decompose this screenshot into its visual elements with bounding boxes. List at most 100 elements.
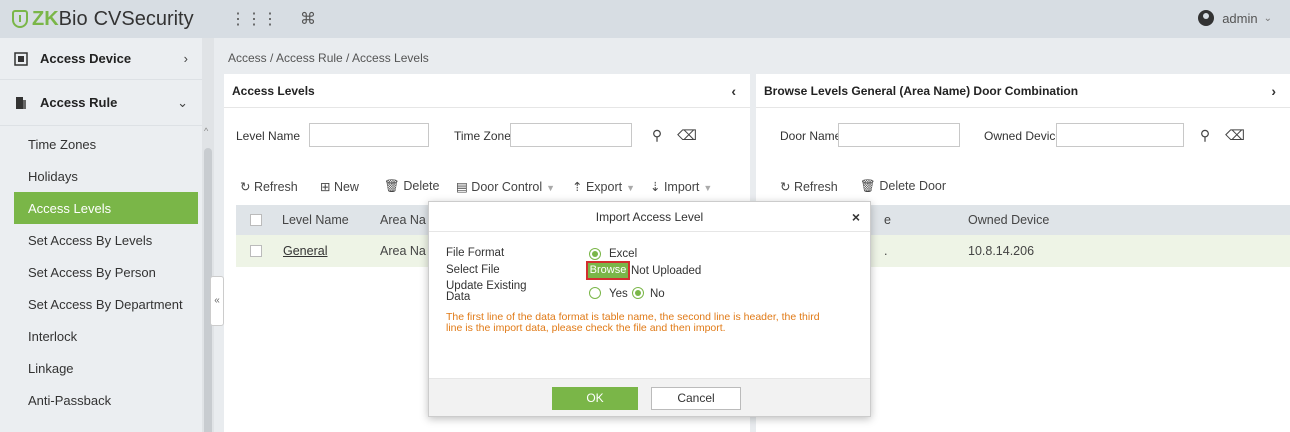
file-format-label: File Format bbox=[446, 247, 505, 259]
dialog-header: Import Access Level × bbox=[429, 202, 870, 232]
top-bar: ZK Bio CVSecurity ⋮⋮⋮ ⌘ admin ⌄ bbox=[0, 0, 1290, 38]
door-name-input[interactable] bbox=[838, 123, 960, 147]
owned-device-label: Owned Device bbox=[984, 129, 1063, 143]
apps-grid-icon[interactable]: ⋮⋮⋮ bbox=[230, 9, 278, 29]
sidebar-group-access-rule[interactable]: Access Rule ⌄ bbox=[0, 80, 202, 126]
update-no-radio[interactable] bbox=[632, 287, 644, 299]
toolbar: ↻ Refresh 🗑 Delete Door bbox=[756, 179, 1290, 199]
delete-door-button[interactable]: 🗑 Delete Door bbox=[860, 179, 946, 194]
door-control-icon: ▤ bbox=[456, 180, 472, 194]
user-menu[interactable]: admin ⌄ bbox=[1198, 10, 1272, 26]
eraser-icon[interactable]: ⌫ bbox=[674, 123, 700, 147]
trash-icon: 🗑 bbox=[384, 179, 404, 193]
import-button[interactable]: ⇣ Import ▼ bbox=[650, 179, 712, 194]
sidebar-item-time-zones[interactable]: Time Zones bbox=[0, 128, 202, 160]
sidebar-item-set-access-by-levels[interactable]: Set Access By Levels bbox=[0, 224, 202, 256]
new-icon: ⊞ bbox=[320, 180, 334, 194]
column-header-area-name[interactable]: Area Na bbox=[380, 213, 426, 227]
refresh-label: Refresh bbox=[253, 180, 298, 194]
import-hint: The first line of the data format is tab… bbox=[446, 312, 866, 334]
panel-title-text: Browse Levels General (Area Name) Door C… bbox=[764, 83, 1079, 98]
area-name-cell: Area Na bbox=[380, 244, 426, 258]
select-all-checkbox[interactable] bbox=[250, 214, 262, 226]
eraser-icon[interactable]: ⌫ bbox=[1222, 123, 1248, 147]
browse-button[interactable]: Browse bbox=[586, 261, 630, 280]
shield-icon bbox=[12, 10, 28, 28]
import-dialog: Import Access Level × File Format Excel … bbox=[428, 201, 871, 417]
dialog-title: Import Access Level bbox=[595, 210, 704, 224]
app-logo[interactable]: ZK Bio CVSecurity bbox=[0, 0, 208, 38]
sidebar-group-label: Access Rule bbox=[40, 95, 118, 110]
dialog-footer: OK Cancel bbox=[429, 378, 870, 416]
sidebar-item-set-access-by-department[interactable]: Set Access By Department bbox=[0, 288, 202, 320]
sidebar-item-anti-passback[interactable]: Anti-Passback bbox=[0, 384, 202, 416]
search-icon[interactable]: ⚲ bbox=[644, 123, 670, 147]
delete-button[interactable]: 🗑 Delete bbox=[384, 179, 439, 194]
sidebar-group-label: Access Device bbox=[40, 51, 132, 66]
scroll-up-icon[interactable]: ^ bbox=[204, 126, 208, 136]
toolbar: ↻ Refresh ⊞ New 🗑 Delete ▤ Door Control ▼… bbox=[224, 179, 750, 199]
new-button[interactable]: ⊞ New bbox=[320, 179, 359, 194]
close-icon[interactable]: × bbox=[852, 202, 860, 232]
owned-device-input[interactable] bbox=[1056, 123, 1184, 147]
delete-label: Delete bbox=[403, 179, 440, 193]
row-checkbox[interactable] bbox=[250, 245, 262, 257]
sidebar: Access Device › Access Rule ⌄ Time Zones… bbox=[0, 38, 202, 432]
hint-line: line is the import data, please check th… bbox=[446, 322, 726, 334]
update-yes-radio[interactable] bbox=[589, 287, 601, 299]
collapse-left-icon[interactable]: ‹ bbox=[731, 83, 736, 99]
panel-title: Access Levels ‹ bbox=[224, 74, 750, 108]
select-file-label: Select File bbox=[446, 264, 500, 276]
sidebar-item-holidays[interactable]: Holidays bbox=[0, 160, 202, 192]
export-label: Export bbox=[585, 180, 623, 194]
chevron-down-icon: ⌄ bbox=[177, 94, 188, 110]
update-yes-label: Yes bbox=[609, 288, 628, 300]
import-label: Import bbox=[663, 180, 700, 194]
excel-radio[interactable] bbox=[589, 248, 601, 260]
import-icon: ⇣ bbox=[650, 180, 664, 194]
update-no-label: No bbox=[650, 288, 665, 300]
refresh-icon: ↻ bbox=[240, 180, 254, 194]
rule-icon bbox=[16, 96, 26, 109]
export-button[interactable]: ⇡ Export ▼ bbox=[572, 179, 635, 194]
level-name-input[interactable] bbox=[309, 123, 429, 147]
upload-status: Not Uploaded bbox=[631, 265, 702, 277]
door-control-label: Door Control bbox=[471, 180, 543, 194]
sidebar-item-interlock[interactable]: Interlock bbox=[0, 320, 202, 352]
trash-icon: 🗑 bbox=[860, 179, 880, 193]
new-label: New bbox=[333, 180, 359, 194]
device-icon bbox=[14, 51, 28, 66]
command-icon[interactable]: ⌘ bbox=[300, 9, 316, 29]
owned-device-cell: 10.8.14.206 bbox=[968, 244, 1035, 258]
update-existing-label-2: Data bbox=[446, 291, 471, 303]
level-name-label: Level Name bbox=[236, 129, 301, 143]
time-zone-input[interactable] bbox=[510, 123, 632, 147]
time-zone-label: Time Zone bbox=[454, 129, 511, 143]
refresh-button[interactable]: ↻ Refresh bbox=[780, 179, 838, 194]
filter-row: Door Name Owned Device ⚲ ⌫ bbox=[756, 123, 1290, 149]
cancel-button[interactable]: Cancel bbox=[651, 387, 741, 410]
refresh-button[interactable]: ↻ Refresh bbox=[240, 179, 298, 194]
sidebar-item-set-access-by-person[interactable]: Set Access By Person bbox=[0, 256, 202, 288]
column-header-level-name[interactable]: Level Name bbox=[282, 213, 349, 227]
level-name-link[interactable]: General bbox=[283, 244, 327, 258]
sidebar-scrollbar[interactable]: ^ bbox=[202, 38, 214, 432]
sidebar-item-access-levels[interactable]: Access Levels bbox=[14, 192, 198, 224]
expand-right-icon[interactable]: › bbox=[1271, 83, 1276, 99]
sidebar-item-linkage[interactable]: Linkage bbox=[0, 352, 202, 384]
user-avatar-icon bbox=[1198, 10, 1215, 26]
sidebar-group-access-device[interactable]: Access Device › bbox=[0, 38, 202, 80]
refresh-icon: ↻ bbox=[780, 180, 794, 194]
breadcrumb: Access / Access Rule / Access Levels bbox=[228, 51, 429, 65]
column-header-door-name[interactable]: e bbox=[884, 213, 891, 227]
column-header-owned-device[interactable]: Owned Device bbox=[968, 213, 1049, 227]
delete-door-label: Delete Door bbox=[879, 179, 947, 193]
logo-product: CVSecurity bbox=[93, 7, 194, 30]
logo-bio: Bio bbox=[58, 7, 88, 30]
search-icon[interactable]: ⚲ bbox=[1192, 123, 1218, 147]
dropdown-icon: ▼ bbox=[546, 183, 556, 193]
door-name-label: Door Name bbox=[780, 129, 842, 143]
door-control-button[interactable]: ▤ Door Control ▼ bbox=[456, 179, 555, 194]
ok-button[interactable]: OK bbox=[552, 387, 638, 410]
sidebar-collapse-button[interactable]: « bbox=[210, 276, 224, 326]
